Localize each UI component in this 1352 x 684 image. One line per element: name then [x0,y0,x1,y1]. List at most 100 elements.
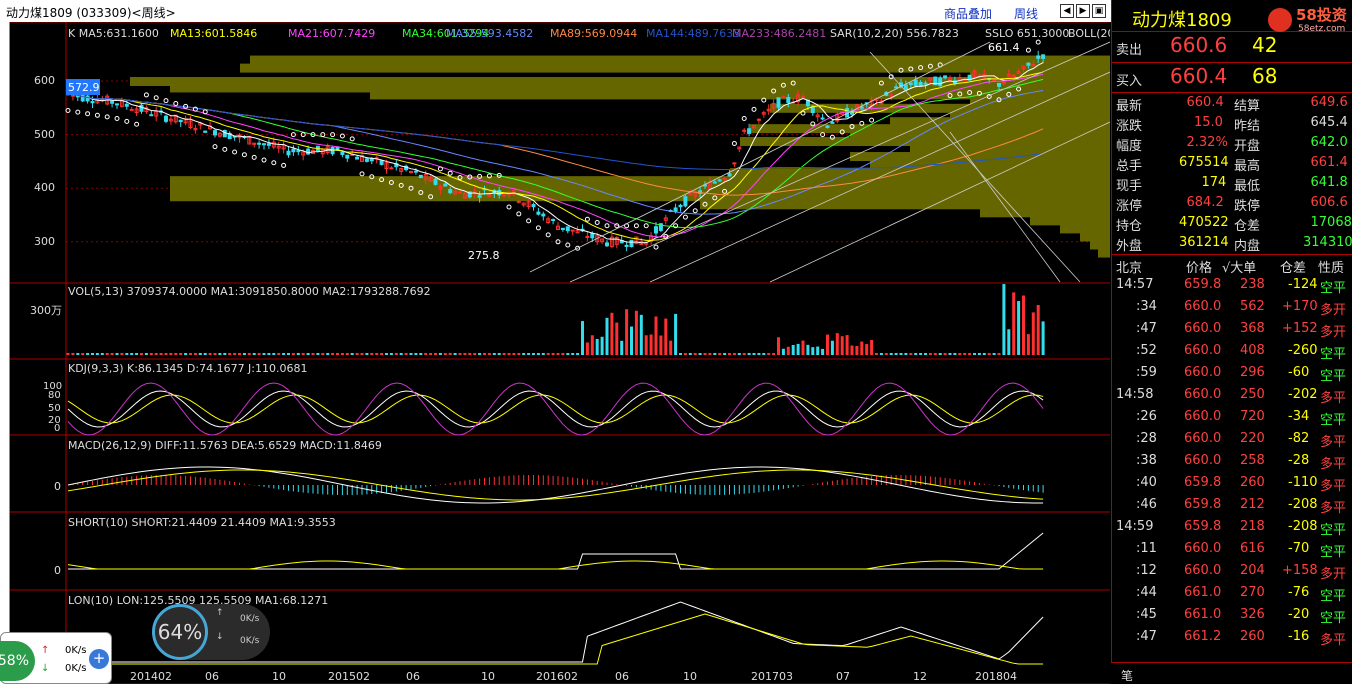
volume-bar [801,340,805,355]
volume-bar [649,334,653,355]
sar-dot [682,214,688,220]
stat-row: 外盘 361214 内盘 314310 [1112,233,1352,254]
volume-bar [296,353,300,355]
volume-bar [502,353,506,355]
sar-dot [1025,47,1031,53]
tick-time: :40 [1136,475,1157,490]
candle-body [531,204,536,208]
volume-bar [600,336,604,355]
candle-body [732,162,737,165]
volume-bar [76,353,80,355]
volume-bar [963,353,967,355]
candle-body [541,213,546,217]
candle-body [222,129,227,138]
tick-type: 多平 [1320,633,1347,648]
nav-expand-button[interactable]: ▣ [1092,4,1106,18]
volume-bar [478,353,482,355]
sar-dot [85,111,91,117]
volume-bar [429,353,433,355]
buy-label: 买入 [1116,74,1143,89]
volume-bar [355,353,359,355]
overlay-menu-link[interactable]: 商品叠加 [944,5,992,22]
nav-prev-button[interactable]: ◀ [1060,4,1074,18]
mini-gauge: 58% [0,641,35,681]
macd-header: MACD(26,12,9) DIFF:11.5763 DEA:5.6529 MA… [68,439,382,452]
volume-bar [977,353,981,355]
stat-value: 17068 [1310,215,1352,230]
network-speed-widget[interactable]: 64% ↑ 0K/s ↓ 0K/s [152,604,270,660]
tab-ticks[interactable]: 笔 [1121,667,1133,684]
mini-speed-widget[interactable]: 58% ↑ 0K/s ↓ 0K/s + [0,632,112,684]
ma55-label: MA55:593.4582 [446,27,533,40]
volume-bar [149,353,153,355]
volume-bar [125,353,129,355]
stat-value: 675514 [1179,155,1229,170]
stat-value: 684.2 [1186,195,1224,210]
volume-profile-bar [910,144,1110,153]
volume-bar [208,353,212,355]
tick-oi-change: +152 [1282,321,1318,336]
plus-icon[interactable]: + [89,649,109,669]
volume-bar [566,353,570,355]
volume-bar [267,353,271,355]
candle-body [781,96,786,99]
period-menu-link[interactable]: 周线 [1014,5,1038,22]
mini-up-arrow-icon: ↑ [41,645,50,656]
volume-bar [728,353,731,355]
tick-time: :45 [1136,607,1157,622]
volume-bar [453,353,457,355]
candle-body [776,97,781,108]
volume-profile-bar [980,208,1110,218]
tick-volume: 238 [1240,277,1265,292]
price-chart-area[interactable]: K MA5:631.1600 MA13:601.5846 MA21:607.74… [10,22,1110,684]
volume-bar [443,353,447,355]
stat-value: 661.4 [1310,155,1348,170]
stat-value: 314310 [1303,235,1352,250]
x-axis: 201402 06 10 201502 06 10 201602 06 10 201703 07 12… [130,670,1017,683]
macd-tick-0: 0 [54,480,61,493]
volume-bar [948,353,952,355]
volume-bar [463,353,467,355]
stat-row: 总手 675514 最高 661.4 [1112,153,1352,174]
volume-bar [845,335,849,355]
stat-label: 涨停 [1116,199,1143,214]
candle-body [124,103,129,107]
volume-bar [639,314,643,355]
sar-dot [643,223,649,229]
x-axis-label: 10 [683,670,697,683]
tick-price: 660.0 [1184,563,1222,578]
tick-volume: 616 [1240,541,1265,556]
x-axis-label: 06 [406,670,420,683]
volume-bar [399,353,403,355]
volume-bar [870,339,874,355]
sar-dot [222,146,228,152]
sar-dot [173,101,179,107]
nav-next-button[interactable]: ▶ [1076,4,1090,18]
tick-tab-bar: 笔 [1111,662,1352,684]
candle-body [717,179,722,182]
volume-bar [409,353,413,355]
candle-body [536,211,541,215]
volume-bar [919,353,923,355]
volume-bar [576,353,580,355]
tick-type: 空平 [1320,347,1347,362]
volume-bar [375,353,379,355]
volume-bar [982,353,986,355]
sar-dot [124,118,130,124]
volume-bar [615,322,619,355]
left-toolbar-strip[interactable] [0,22,10,684]
volume-bar [203,353,207,355]
stat-label: 开盘 [1234,139,1261,154]
candle-body [1036,55,1041,59]
stat-label: 涨跌 [1116,119,1143,134]
volume-bar [688,353,692,355]
ma21-label: MA21:607.7429 [288,27,375,40]
tick-volume: 260 [1240,475,1265,490]
candle-body [673,207,678,213]
volume-bar [135,353,139,355]
buy-row: 买入 660.4 68 [1112,62,1352,92]
y-tick-300: 300 [34,235,55,248]
volume-bar [610,312,614,355]
sar-dot [653,244,659,250]
stat-value: 174 [1201,175,1227,190]
